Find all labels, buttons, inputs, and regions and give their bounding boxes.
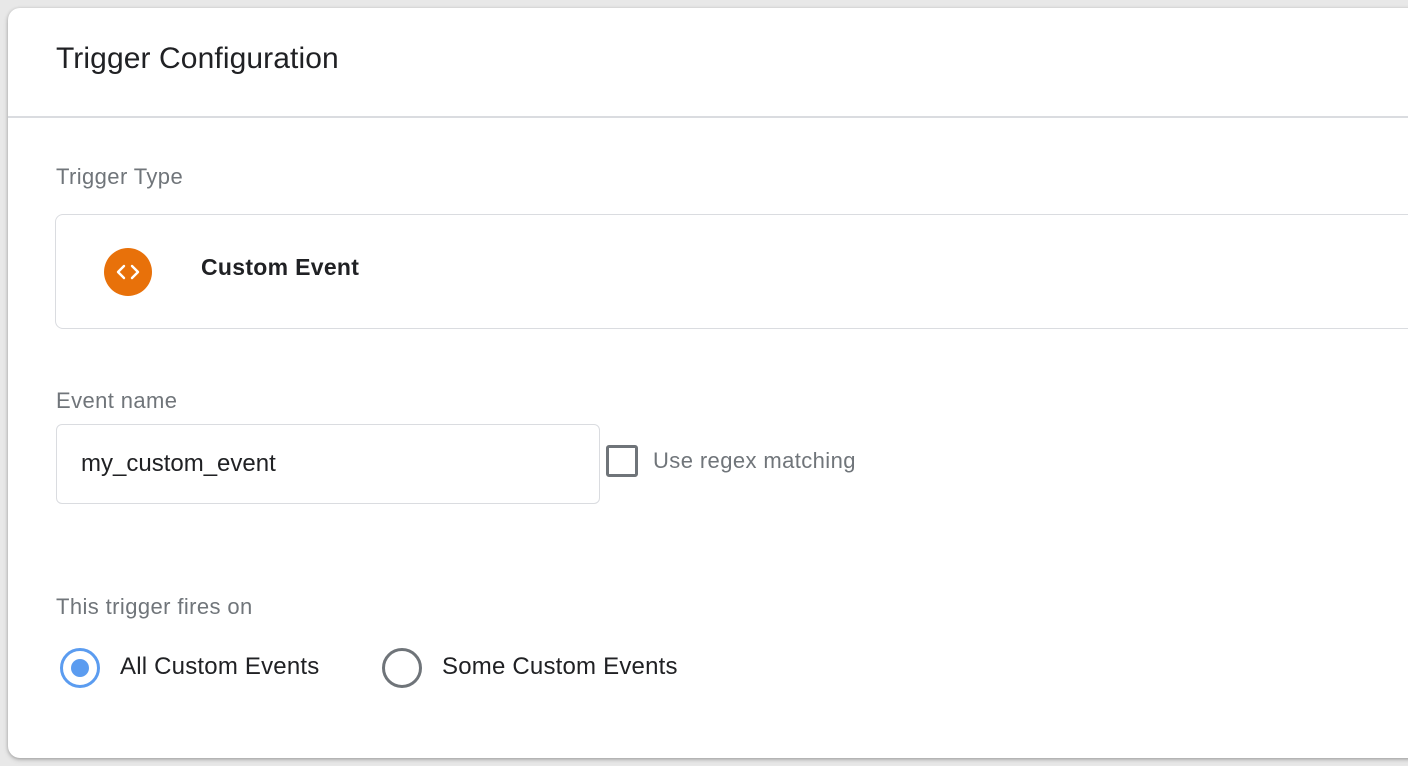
regex-checkbox-label[interactable]: Use regex matching bbox=[653, 448, 856, 474]
radio-all-custom-events[interactable] bbox=[60, 648, 100, 688]
event-name-input[interactable] bbox=[56, 424, 600, 504]
trigger-type-selector[interactable]: Custom Event bbox=[55, 214, 1408, 329]
fires-on-label: This trigger fires on bbox=[56, 594, 253, 619]
card-title: Trigger Configuration bbox=[56, 42, 339, 75]
radio-some-custom-events-label[interactable]: Some Custom Events bbox=[442, 653, 678, 681]
radio-all-custom-events-label[interactable]: All Custom Events bbox=[120, 653, 319, 681]
trigger-configuration-card: Trigger Configuration Trigger Type Custo… bbox=[8, 8, 1408, 758]
card-header: Trigger Configuration bbox=[8, 8, 1408, 118]
code-brackets-icon bbox=[104, 248, 152, 296]
trigger-type-name: Custom Event bbox=[201, 254, 360, 280]
trigger-type-label: Trigger Type bbox=[56, 164, 184, 189]
event-name-label: Event name bbox=[56, 388, 178, 413]
radio-selected-dot bbox=[71, 659, 89, 677]
regex-checkbox[interactable] bbox=[606, 445, 638, 477]
radio-some-custom-events[interactable] bbox=[382, 648, 422, 688]
